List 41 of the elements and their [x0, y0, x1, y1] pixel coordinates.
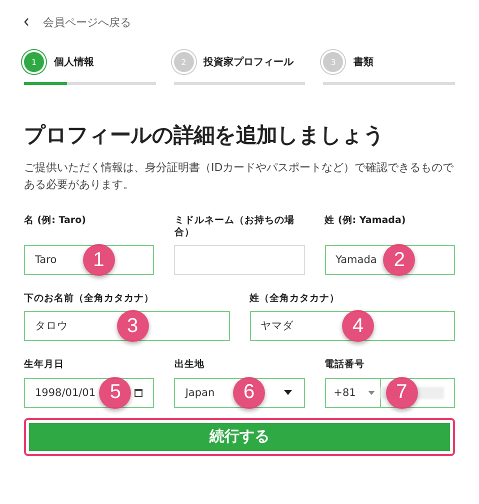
- number-badge: 1: [82, 244, 115, 276]
- caret-icon: [368, 390, 375, 395]
- country-code: +81: [334, 386, 356, 399]
- back-link[interactable]: 会員ページへ戻る: [24, 12, 455, 32]
- number-badge: 5: [99, 376, 132, 409]
- field-value: ヤマダ: [260, 319, 294, 334]
- field-label: 姓（全角カタカナ）: [250, 293, 340, 306]
- field-label: 生年月日: [24, 359, 65, 372]
- field-label: 出生地: [174, 359, 206, 372]
- number-badge: 6: [233, 376, 266, 409]
- input-field[interactable]: [174, 245, 305, 276]
- caret-icon: [284, 390, 292, 396]
- step-number: 1: [24, 52, 44, 72]
- date-field[interactable]: 1998/01/01 5: [24, 378, 154, 408]
- phone-field[interactable]: +81 7: [324, 378, 455, 408]
- field-value: Japan: [185, 386, 215, 399]
- country-select[interactable]: Japan 6: [174, 378, 305, 408]
- number-badge: 2: [383, 244, 416, 276]
- page-heading: プロフィールの詳細を追加しましょう: [24, 122, 386, 149]
- step-label: 個人情報: [54, 56, 94, 69]
- description-text: ご提供いただく情報は、身分証明書（IDカードやパスポートなど）で確認できるものである必要があります。: [24, 160, 455, 194]
- field-value: Yamada: [336, 254, 377, 266]
- field-label: 下のお名前（全角カタカナ）: [24, 293, 155, 306]
- step-label: 書類: [353, 56, 374, 69]
- field-value: 1998/01/01: [35, 386, 96, 399]
- input-field[interactable]: タロウ 3: [24, 311, 230, 342]
- calendar-icon[interactable]: [134, 388, 144, 398]
- number-badge: 4: [342, 310, 374, 342]
- input-field[interactable]: Yamada 2: [324, 245, 455, 276]
- number-badge: 3: [116, 310, 149, 342]
- input-field[interactable]: ヤマダ 4: [250, 311, 455, 342]
- step-label: 投資家プロフィール: [204, 55, 294, 69]
- field-label: 名 (例: Taro): [24, 215, 87, 228]
- input-field[interactable]: Taro 1: [24, 245, 154, 276]
- chevron-left-icon: [24, 18, 29, 26]
- field-value: Taro: [35, 254, 57, 266]
- number-badge: 7: [386, 376, 418, 409]
- field-value: タロウ: [35, 319, 68, 334]
- field-label: 姓 (例: Yamada): [324, 215, 407, 228]
- field-label: 電話番号: [324, 359, 366, 372]
- field-label: ミドルネーム（お持ちの場合）: [174, 215, 296, 240]
